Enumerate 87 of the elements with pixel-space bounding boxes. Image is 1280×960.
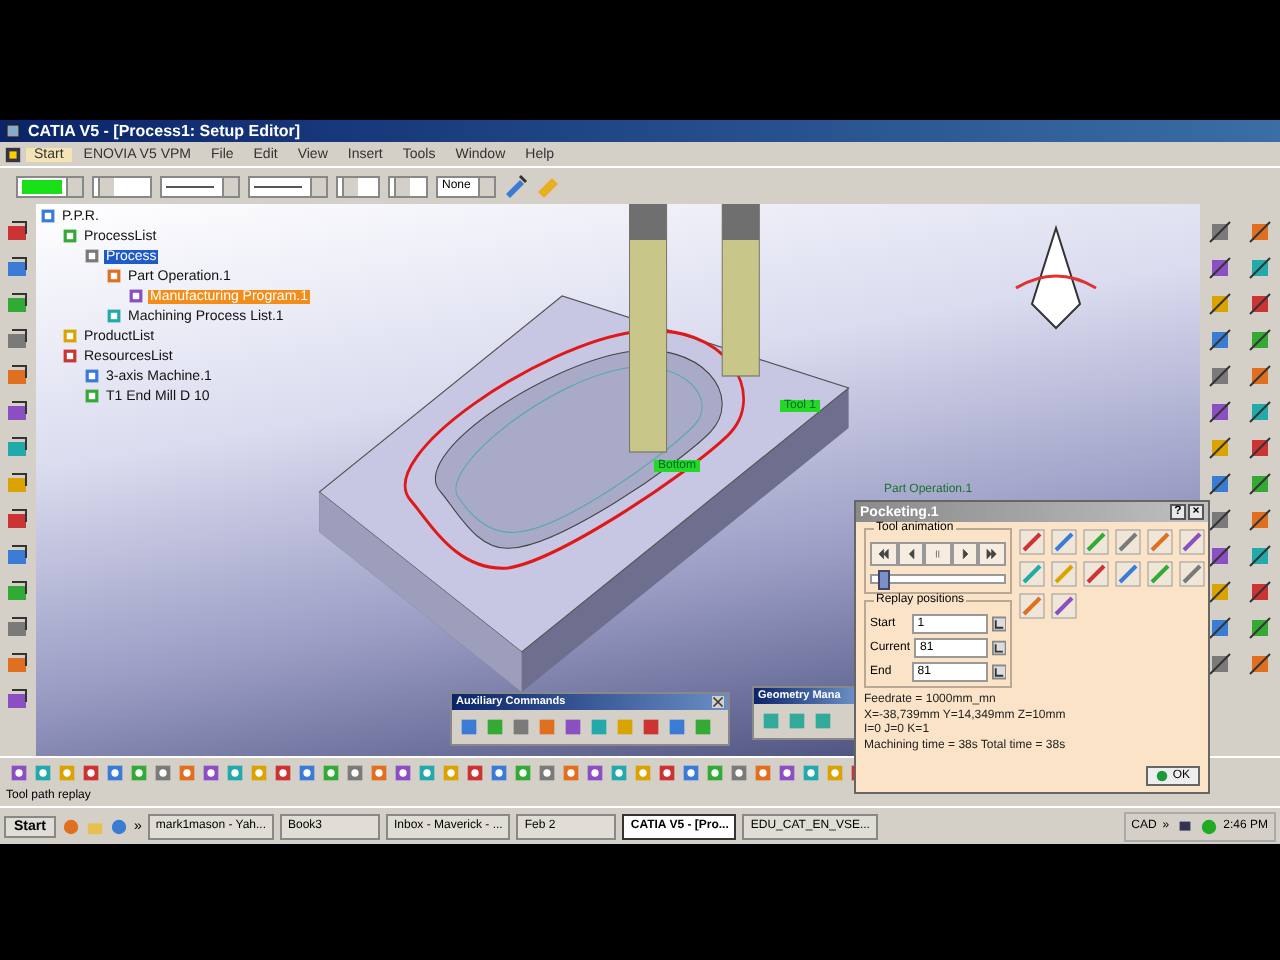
tool-icon[interactable] xyxy=(1248,652,1272,676)
tool-icon[interactable] xyxy=(464,761,486,783)
tree-node-icon xyxy=(62,228,78,244)
tool-icon[interactable] xyxy=(1248,364,1272,388)
tree-node-icon xyxy=(106,268,122,284)
tool-icon[interactable] xyxy=(80,761,102,783)
tool-icon[interactable] xyxy=(1248,328,1272,352)
tool-icon[interactable] xyxy=(392,761,414,783)
tool-icon[interactable] xyxy=(296,761,318,783)
tree-node-icon xyxy=(84,388,100,404)
pick-icon[interactable] xyxy=(991,664,1006,680)
tool-icon[interactable] xyxy=(104,761,126,783)
tool-icon[interactable] xyxy=(1208,436,1232,460)
tool-icon[interactable] xyxy=(728,761,750,783)
tool-icon[interactable] xyxy=(6,220,30,244)
tool-icon[interactable] xyxy=(1082,560,1110,588)
tool-icon[interactable] xyxy=(1248,580,1272,604)
tool-icon[interactable] xyxy=(1208,328,1232,352)
tool-icon[interactable] xyxy=(1208,292,1232,316)
tool-icon[interactable] xyxy=(776,761,798,783)
tool-icon[interactable] xyxy=(1248,256,1272,280)
tree-node-icon xyxy=(84,248,100,264)
line-type-dropdown[interactable] xyxy=(248,175,328,197)
tool-icon[interactable] xyxy=(1248,472,1272,496)
point-dropdown[interactable] xyxy=(336,175,380,197)
tool-icon[interactable] xyxy=(344,761,366,783)
tool-icon[interactable] xyxy=(1248,436,1272,460)
tool-icon[interactable] xyxy=(6,364,30,388)
color-dropdown[interactable] xyxy=(16,175,84,197)
globe-icon[interactable] xyxy=(109,817,128,835)
tool-icon[interactable] xyxy=(6,292,30,316)
slider-handle[interactable] xyxy=(878,570,891,590)
tool-icon[interactable] xyxy=(6,616,30,640)
tool-icon[interactable] xyxy=(488,761,510,783)
layer-dropdown[interactable] xyxy=(388,175,428,197)
tool-icon[interactable] xyxy=(6,328,30,352)
network-icon[interactable] xyxy=(1175,817,1194,835)
tree-node-icon xyxy=(128,288,144,304)
tool-icon[interactable] xyxy=(1208,472,1232,496)
tool-icon[interactable] xyxy=(272,761,294,783)
tree-node-icon xyxy=(62,328,78,344)
tool-icon[interactable] xyxy=(1248,220,1272,244)
tool-icon[interactable] xyxy=(6,436,30,460)
playback-icon[interactable] xyxy=(870,542,898,566)
tree-node-icon xyxy=(84,368,100,384)
tool-icon[interactable] xyxy=(656,761,678,783)
line-weight-dropdown[interactable] xyxy=(160,175,240,197)
tool-icon[interactable] xyxy=(680,761,702,783)
tool-icon[interactable] xyxy=(536,761,558,783)
tool-icon[interactable] xyxy=(6,256,30,280)
playback-icon[interactable] xyxy=(978,542,1006,566)
tree-node-icon xyxy=(62,348,78,364)
brush-icon[interactable] xyxy=(504,174,528,198)
tool-icon[interactable] xyxy=(1248,508,1272,532)
tool-icon[interactable] xyxy=(6,688,30,712)
tool-icon[interactable] xyxy=(1208,220,1232,244)
tool-icon[interactable] xyxy=(6,508,30,532)
playback-icon[interactable] xyxy=(951,542,979,566)
tool-icon[interactable] xyxy=(6,400,30,424)
tool-icon[interactable] xyxy=(200,761,222,783)
tool-icon[interactable] xyxy=(1208,256,1232,280)
pick-icon[interactable] xyxy=(991,616,1006,632)
tool-icon[interactable] xyxy=(1248,544,1272,568)
tool-icon[interactable] xyxy=(6,652,30,676)
tool-icon[interactable] xyxy=(1050,592,1078,620)
tree-node-icon xyxy=(106,308,122,324)
tool-icon[interactable] xyxy=(152,761,174,783)
ok-icon xyxy=(1156,770,1169,782)
playback-icon[interactable] xyxy=(897,542,925,566)
tree-node-icon xyxy=(40,208,56,224)
close-icon[interactable] xyxy=(712,696,724,708)
tool-icon[interactable] xyxy=(1178,528,1206,556)
tool-icon[interactable] xyxy=(1018,528,1046,556)
window-title: CATIA V5 - [Process1: Setup Editor] xyxy=(28,122,301,140)
tool-icon[interactable] xyxy=(1248,292,1272,316)
tool-icon[interactable] xyxy=(8,761,30,783)
compass-drawing xyxy=(1012,224,1100,332)
pick-icon[interactable] xyxy=(991,640,1006,656)
tool-icon[interactable] xyxy=(1208,364,1232,388)
transparency-dropdown[interactable] xyxy=(92,175,152,197)
tool-icon[interactable] xyxy=(1208,400,1232,424)
tool-icon[interactable] xyxy=(6,544,30,568)
tool-icon[interactable] xyxy=(6,472,30,496)
tool-icon[interactable] xyxy=(1248,400,1272,424)
tool-icon[interactable] xyxy=(584,761,606,783)
tool-icon[interactable] xyxy=(6,580,30,604)
tool-icon[interactable] xyxy=(1248,616,1272,640)
